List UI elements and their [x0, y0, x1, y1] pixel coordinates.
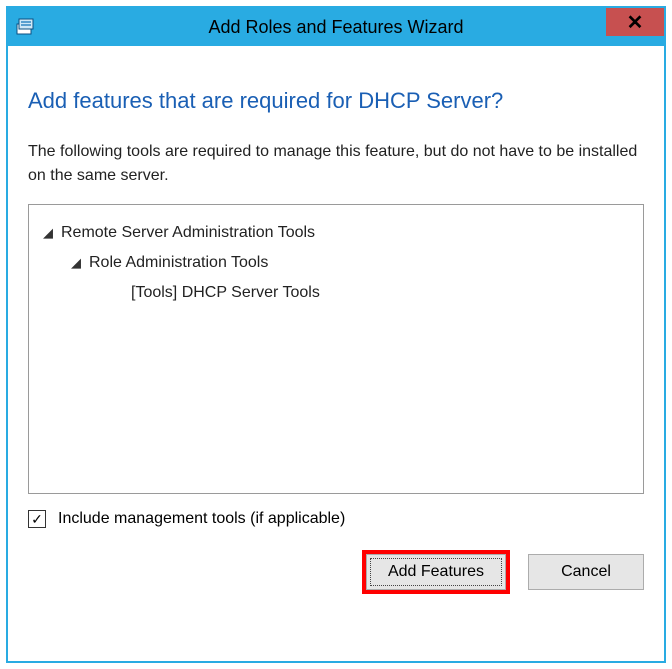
include-tools-checkbox[interactable]: ✓: [28, 510, 46, 528]
tree-item-level0[interactable]: ◢ Remote Server Administration Tools: [43, 219, 629, 247]
window-title: Add Roles and Features Wizard: [8, 17, 664, 38]
close-button[interactable]: ✕: [606, 8, 664, 36]
dialog-content: Add features that are required for DHCP …: [8, 46, 664, 661]
button-label: Add Features: [388, 563, 484, 581]
dialog-buttons: Add Features Cancel: [28, 554, 644, 590]
tree-item-level2[interactable]: [Tools] DHCP Server Tools: [43, 279, 629, 307]
server-manager-icon: [12, 8, 40, 46]
features-tree[interactable]: ◢ Remote Server Administration Tools ◢ R…: [28, 204, 644, 494]
dialog-description: The following tools are required to mana…: [28, 140, 644, 188]
expand-arrow-icon: ◢: [71, 255, 89, 271]
tree-item-level1[interactable]: ◢ Role Administration Tools: [43, 249, 629, 277]
tree-item-label: Role Administration Tools: [89, 254, 268, 272]
add-features-button[interactable]: Add Features: [366, 554, 506, 590]
tree-item-label: Remote Server Administration Tools: [61, 224, 315, 242]
checkbox-label: Include management tools (if applicable): [58, 510, 345, 528]
titlebar: Add Roles and Features Wizard ✕: [8, 8, 664, 46]
cancel-button[interactable]: Cancel: [528, 554, 644, 590]
button-label: Cancel: [561, 563, 611, 581]
close-icon: ✕: [627, 10, 644, 35]
tree-item-label: [Tools] DHCP Server Tools: [131, 284, 320, 302]
expand-arrow-icon: ◢: [43, 225, 61, 241]
wizard-window: Add Roles and Features Wizard ✕ Add feat…: [6, 6, 666, 663]
include-tools-checkbox-row: ✓ Include management tools (if applicabl…: [28, 510, 644, 528]
checkmark-icon: ✓: [31, 511, 43, 528]
dialog-heading: Add features that are required for DHCP …: [28, 88, 644, 114]
